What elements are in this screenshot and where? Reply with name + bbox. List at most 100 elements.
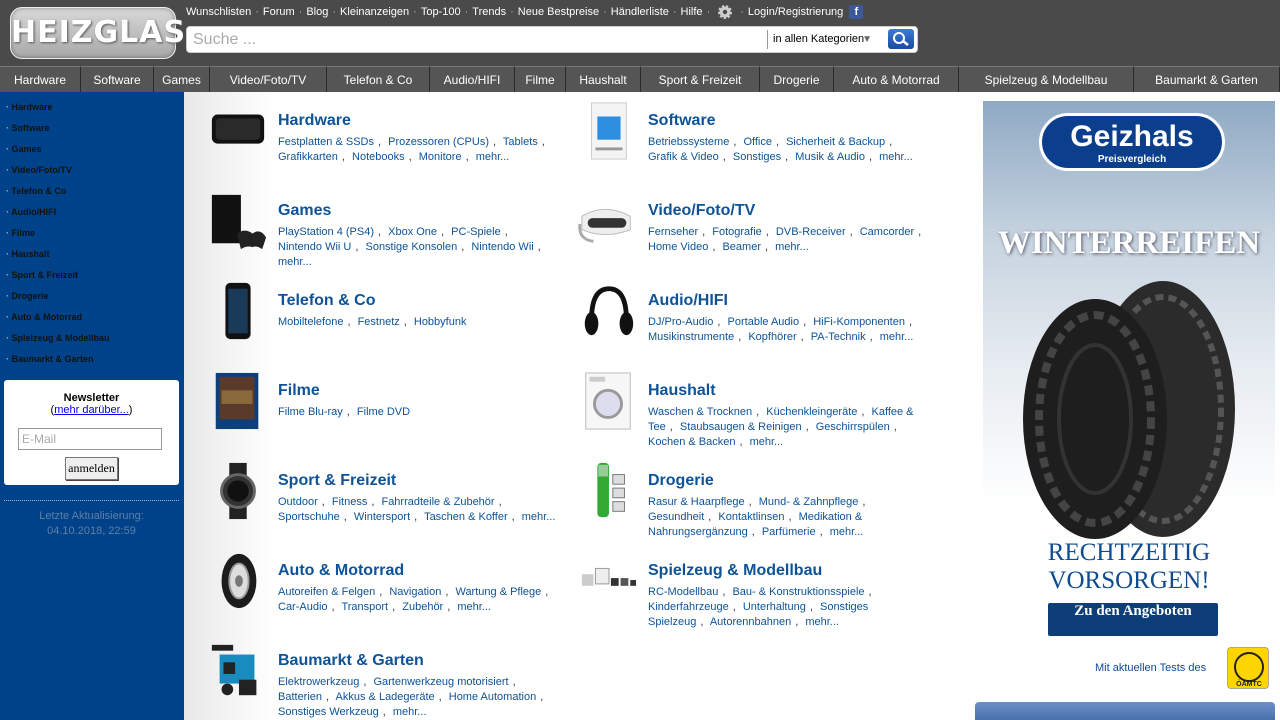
subcategory-link[interactable]: Kochen & Backen [648,436,735,448]
subcategory-link[interactable]: Transport [341,601,388,613]
sidebar-item-9[interactable]: Sport & Freizeit [6,268,110,289]
category-title-8[interactable]: Haushalt [648,382,716,400]
subcategory-link[interactable]: Home Video [648,241,708,253]
subcategory-link[interactable]: Wartung & Pflege [455,586,541,598]
sidebar-item-10[interactable]: Drogerie [6,289,110,310]
subcategory-link[interactable]: Akkus & Ladegeräte [336,691,435,703]
subcategory-link[interactable]: Fahrradteile & Zubehör [381,496,494,508]
subcategory-link[interactable]: Unterhaltung [743,601,806,613]
category-image-8[interactable] [578,370,638,432]
subcategory-link[interactable]: mehr... [880,331,914,343]
nav-item-13[interactable]: Baumarkt & Garten [1134,66,1280,92]
subcategory-link[interactable]: Zubehör [402,601,443,613]
search-input[interactable] [193,29,763,50]
subcategory-link[interactable]: Monitore [419,151,462,163]
newsletter-more-link[interactable]: mehr darüber... [54,404,129,416]
category-image-1[interactable] [208,100,268,162]
login-link[interactable]: Login/Registrierung [748,6,843,18]
subcategory-link[interactable]: Musikinstrumente [648,331,734,343]
nav-item-1[interactable]: Hardware [0,66,81,92]
subcategory-link[interactable]: mehr... [750,436,784,448]
subcategory-link[interactable]: Prozessoren (CPUs) [388,136,489,148]
subcategory-link[interactable]: Nintendo Wii U [278,241,351,253]
subcategory-link[interactable]: Bau- & Konstruktionsspiele [732,586,864,598]
subcategory-link[interactable]: Hobbyfunk [414,316,467,328]
nav-item-4[interactable]: Video/Foto/TV [210,66,327,92]
toplink-top-100[interactable]: Top-100 [421,6,461,18]
subcategory-link[interactable]: Fitness [332,496,367,508]
subcategory-link[interactable]: Kinderfahrzeuge [648,601,729,613]
subcategory-link[interactable]: Filme DVD [357,406,410,418]
newsletter-subscribe-button[interactable]: anmelden [65,457,118,480]
category-title-6[interactable]: Audio/HIFI [648,292,728,310]
subcategory-link[interactable]: HiFi-Komponenten [813,316,905,328]
subcategory-link[interactable]: Geschirrspülen [816,421,890,433]
toplink-blog[interactable]: Blog [306,6,328,18]
subcategory-link[interactable]: Autoreifen & Felgen [278,586,375,598]
toplink-wunschlisten[interactable]: Wunschlisten [186,6,251,18]
category-image-4[interactable] [578,190,638,252]
subcategory-link[interactable]: Festplatten & SSDs [278,136,374,148]
subcategory-link[interactable]: Gartenwerkzeug motorisiert [373,676,508,688]
subcategory-link[interactable]: Mund- & Zahnpflege [759,496,859,508]
subcategory-link[interactable]: Camcorder [860,226,914,238]
nav-item-8[interactable]: Haushalt [566,66,641,92]
subcategory-link[interactable]: Navigation [389,586,441,598]
subcategory-link[interactable]: Home Automation [449,691,536,703]
sidebar-item-3[interactable]: Games [6,142,110,163]
category-image-5[interactable] [208,280,268,342]
subcategory-link[interactable]: Portable Audio [728,316,800,328]
ad-offers-button[interactable]: Zu den Angeboten [1048,603,1218,636]
subcategory-link[interactable]: mehr... [457,601,491,613]
subcategory-link[interactable]: Gesundheit [648,511,704,523]
nav-item-5[interactable]: Telefon & Co [327,66,430,92]
subcategory-link[interactable]: Staubsaugen & Reinigen [680,421,802,433]
subcategory-link[interactable]: Mobiltelefone [278,316,343,328]
category-image-7[interactable] [208,370,268,432]
nav-item-11[interactable]: Auto & Motorrad [834,66,959,92]
subcategory-link[interactable]: Elektrowerkzeug [278,676,359,688]
subcategory-link[interactable]: DVB-Receiver [776,226,846,238]
sidebar-item-11[interactable]: Auto & Motorrad [6,310,110,331]
search-button[interactable] [888,29,914,49]
subcategory-link[interactable]: Batterien [278,691,322,703]
subcategory-link[interactable]: Grafikkarten [278,151,338,163]
category-image-6[interactable] [578,280,638,342]
toplink-trends[interactable]: Trends [472,6,506,18]
subcategory-link[interactable]: Kontaktlinsen [718,511,784,523]
category-title-5[interactable]: Telefon & Co [278,292,375,310]
gear-icon[interactable] [717,4,733,20]
newsletter-email-input[interactable] [18,428,162,450]
subcategory-link[interactable]: Sonstiges [733,151,781,163]
subcategory-link[interactable]: Office [743,136,772,148]
subcategory-link[interactable]: mehr... [879,151,913,163]
sidebar-item-12[interactable]: Spielzeug & Modellbau [6,331,110,352]
subcategory-link[interactable]: mehr... [522,511,556,523]
category-title-9[interactable]: Sport & Freizeit [278,472,396,490]
subcategory-link[interactable]: Sonstiges Werkzeug [278,706,379,718]
subcategory-link[interactable]: PA-Technik [811,331,866,343]
site-logo[interactable]: HEIZGLAS [10,7,185,59]
subcategory-link[interactable]: Notebooks [352,151,405,163]
subcategory-link[interactable]: Beamer [722,241,761,253]
category-title-11[interactable]: Auto & Motorrad [278,562,404,580]
nav-item-12[interactable]: Spielzeug & Modellbau [959,66,1134,92]
sidebar-item-13[interactable]: Baumarkt & Garten [6,352,110,373]
subcategory-link[interactable]: PC-Spiele [451,226,501,238]
sidebar-item-1[interactable]: Hardware [6,100,110,121]
subcategory-link[interactable]: mehr... [278,256,312,268]
subcategory-link[interactable]: Sicherheit & Backup [786,136,885,148]
category-title-2[interactable]: Software [648,112,716,130]
category-title-10[interactable]: Drogerie [648,472,714,490]
category-image-9[interactable] [208,460,268,522]
subcategory-link[interactable]: DJ/Pro-Audio [648,316,713,328]
subcategory-link[interactable]: Waschen & Trocknen [648,406,752,418]
toplink-h-ndlerliste[interactable]: Händlerliste [611,6,669,18]
subcategory-link[interactable]: mehr... [476,151,510,163]
category-select[interactable]: in allen Kategorien ▼ [767,30,882,49]
subcategory-link[interactable]: Autorennbahnen [710,616,791,628]
sidebar-item-7[interactable]: Filme [6,226,110,247]
nav-item-6[interactable]: Audio/HIFI [430,66,515,92]
toplink-kleinanzeigen[interactable]: Kleinanzeigen [340,6,409,18]
toplink-hilfe[interactable]: Hilfe [681,6,703,18]
